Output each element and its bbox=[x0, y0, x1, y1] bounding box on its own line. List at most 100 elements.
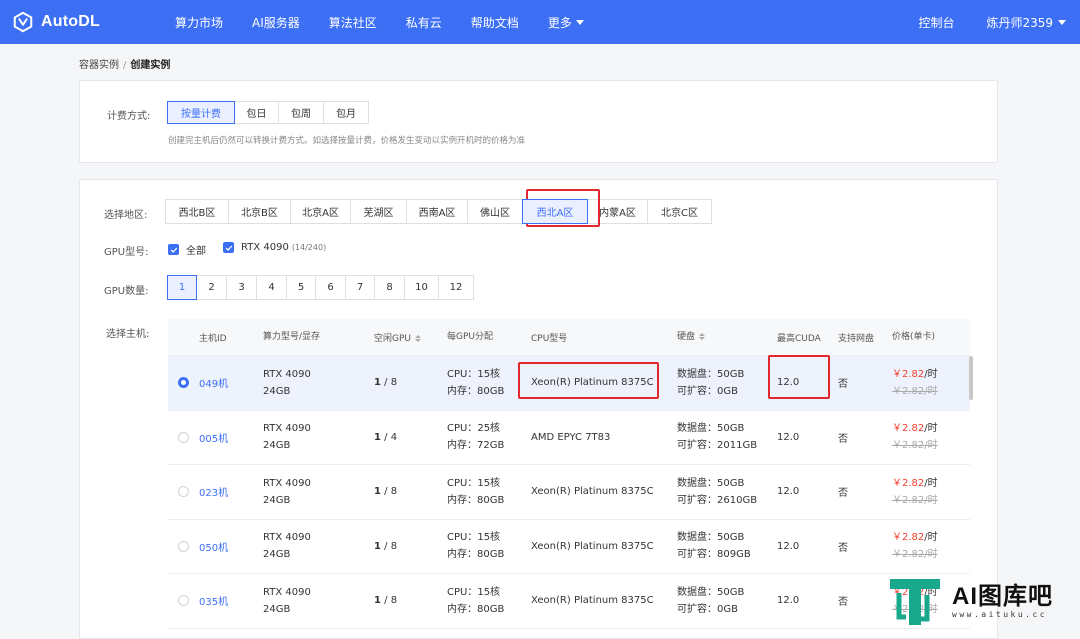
gpu-count-option-6[interactable]: 6 bbox=[315, 275, 346, 300]
autodl-logo-icon bbox=[13, 11, 33, 33]
gpu-count-option-4[interactable]: 4 bbox=[256, 275, 287, 300]
gpu-count-option-5[interactable]: 5 bbox=[286, 275, 316, 300]
checkbox-checked-icon bbox=[168, 244, 179, 255]
host-id[interactable]: 049机 bbox=[199, 375, 263, 390]
expandable-disk: 可扩容：809GB bbox=[677, 549, 751, 561]
price-unit: /时 bbox=[924, 477, 938, 489]
billing-option-pay-as-you-go[interactable]: 按量计费 bbox=[167, 101, 235, 124]
gpu-count-option-12[interactable]: 12 bbox=[438, 275, 474, 300]
region-option-wuhu[interactable]: 芜湖区 bbox=[350, 199, 407, 224]
table-scrollbar[interactable] bbox=[969, 356, 973, 400]
total-gpu: 8 bbox=[390, 486, 398, 498]
table-row[interactable]: 050机 RTX 4090 24GB 1 / 8 CPU：15核 内存：80GB Xeon(… bbox=[168, 520, 970, 574]
free-gpu: 1 bbox=[374, 486, 381, 498]
region-option-beijing-c[interactable]: 北京C区 bbox=[647, 199, 712, 224]
col-host-id: 主机ID bbox=[199, 333, 227, 344]
cpu-model: Xeon(R) Platinum 8375C bbox=[531, 595, 654, 607]
expandable-disk: 可扩容：2610GB bbox=[677, 494, 758, 506]
billing-option-weekly[interactable]: 包周 bbox=[278, 101, 324, 124]
watermark-url: www.aituku.cc bbox=[952, 609, 1048, 619]
gpu-count-option-8[interactable]: 8 bbox=[374, 275, 405, 300]
billing-option-monthly[interactable]: 包月 bbox=[323, 101, 369, 124]
gpu-count-option-2[interactable]: 2 bbox=[196, 275, 227, 300]
region-option-beijing-b[interactable]: 北京B区 bbox=[228, 199, 291, 224]
table-row[interactable]: 023机 RTX 4090 24GB 1 / 8 CPU：15核 内存：80GB Xeon(… bbox=[168, 465, 970, 520]
gpu-count-option-7[interactable]: 7 bbox=[345, 275, 375, 300]
price: ￥2.82/时 bbox=[892, 420, 970, 437]
billing-label: 计费方式: bbox=[107, 111, 151, 122]
gpu-model-rtx4090[interactable]: RTX 4090 (14/240) bbox=[223, 242, 326, 253]
table-row[interactable]: 005机 RTX 4090 24GB 1 / 4 CPU：25核 内存：72GB AMD E… bbox=[168, 411, 970, 465]
cpu-model: Xeon(R) Platinum 8375C bbox=[531, 486, 654, 498]
radio-button[interactable] bbox=[178, 431, 189, 443]
original-price: ￥2.82/时 bbox=[892, 494, 938, 506]
cuda-version: 12.0 bbox=[777, 431, 800, 443]
netdisk-support: 否 bbox=[838, 542, 848, 554]
original-price: ￥2.82/时 bbox=[892, 440, 938, 452]
breadcrumb-parent[interactable]: 容器实例 bbox=[79, 60, 119, 71]
host-id[interactable]: 050机 bbox=[199, 539, 263, 554]
billing-options: 按量计费 包日 包周 包月 bbox=[167, 101, 369, 124]
netdisk-support: 否 bbox=[838, 379, 848, 391]
nav-item-market[interactable]: 算力市场 bbox=[175, 14, 223, 31]
total-gpu: 8 bbox=[390, 377, 398, 389]
table-header: 主机ID 算力型号/显存 空闲GPU 每GPU分配 CPU型号 硬盘 最高CUD… bbox=[168, 319, 970, 356]
cuda-version: 12.0 bbox=[777, 486, 800, 498]
region-option-northwest-b[interactable]: 西北B区 bbox=[165, 199, 229, 224]
col-disk[interactable]: 硬盘 bbox=[677, 329, 777, 346]
console-link[interactable]: 控制台 bbox=[918, 14, 954, 31]
col-netdisk: 支持网盘 bbox=[838, 333, 875, 344]
host-id[interactable]: 023机 bbox=[199, 484, 263, 499]
region-option-southwest-a[interactable]: 西南A区 bbox=[406, 199, 468, 224]
data-disk: 数据盘：50GB bbox=[677, 423, 745, 435]
radio-button[interactable] bbox=[178, 540, 189, 552]
radio-button[interactable] bbox=[178, 377, 189, 389]
col-free-gpu[interactable]: 空闲GPU bbox=[374, 331, 447, 344]
nav-item-private-cloud[interactable]: 私有云 bbox=[406, 14, 442, 31]
nav-item-more[interactable]: 更多 bbox=[548, 14, 584, 31]
col-cuda: 最高CUDA bbox=[777, 333, 821, 344]
netdisk-support: 否 bbox=[838, 597, 848, 609]
col-per-gpu: 每GPU分配 bbox=[447, 331, 493, 342]
radio-button[interactable] bbox=[178, 486, 189, 498]
col-free-gpu-label: 空闲GPU bbox=[374, 333, 411, 344]
user-menu[interactable]: 炼丹师2359 bbox=[986, 14, 1066, 31]
gpu-count-option-10[interactable]: 10 bbox=[404, 275, 439, 300]
nav-item-community[interactable]: 算法社区 bbox=[329, 14, 377, 31]
region-option-foshan[interactable]: 佛山区 bbox=[467, 199, 523, 224]
region-label: 选择地区: bbox=[104, 210, 148, 221]
region-options: 西北B区 北京B区 北京A区 芜湖区 西南A区 佛山区 西北A区 内蒙A区 北京… bbox=[165, 199, 712, 224]
price-unit: /时 bbox=[924, 423, 938, 435]
gpu-vram: 24GB bbox=[263, 603, 291, 615]
billing-option-daily[interactable]: 包日 bbox=[234, 101, 279, 124]
cpu-model: AMD EPYC 7T83 bbox=[531, 431, 611, 443]
top-nav: AutoDL 算力市场 AI服务器 算法社区 私有云 帮助文档 更多 控制台 炼… bbox=[0, 0, 1080, 44]
gpu-count-option-3[interactable]: 3 bbox=[226, 275, 257, 300]
region-option-beijing-a[interactable]: 北京A区 bbox=[290, 199, 351, 224]
expandable-disk: 可扩容：0GB bbox=[677, 603, 738, 615]
free-gpu: 1 bbox=[374, 377, 381, 389]
cuda-version: 12.0 bbox=[777, 540, 800, 552]
data-disk: 数据盘：50GB bbox=[677, 368, 745, 380]
col-gpu-model: 算力型号/显存 bbox=[263, 331, 321, 342]
region-option-northwest-a[interactable]: 西北A区 bbox=[522, 199, 588, 224]
nav-item-ai-server[interactable]: AI服务器 bbox=[252, 14, 300, 31]
host-id[interactable]: 005机 bbox=[199, 430, 263, 445]
gpu-name: RTX 4090 bbox=[263, 477, 311, 489]
netdisk-support: 否 bbox=[838, 488, 848, 500]
brand-logo[interactable]: AutoDL bbox=[12, 11, 152, 33]
host-label: 选择主机: bbox=[106, 329, 150, 340]
watermark-title: AI图库吧 bbox=[952, 582, 1053, 610]
table-row[interactable]: 035机 RTX 4090 24GB 1 / 8 CPU：15核 内存：80GB Xeon(… bbox=[168, 574, 970, 629]
watermark: AI图库吧 www.aituku.cc bbox=[887, 573, 1053, 629]
gpu-model-all[interactable]: 全部 bbox=[168, 242, 206, 257]
billing-card: 计费方式: 按量计费 包日 包周 包月 创建完主机后仍然可以转换计费方式。如选择… bbox=[79, 80, 998, 163]
gpu-count-option-1[interactable]: 1 bbox=[167, 275, 197, 300]
nav-item-help-docs[interactable]: 帮助文档 bbox=[471, 14, 519, 31]
host-id[interactable]: 035机 bbox=[199, 593, 263, 608]
price: ￥2.82/时 bbox=[892, 529, 970, 546]
radio-button[interactable] bbox=[178, 595, 189, 607]
checkbox-checked-icon bbox=[223, 242, 234, 253]
chevron-down-icon bbox=[1058, 19, 1066, 25]
gpu-count-label: GPU数量: bbox=[104, 286, 149, 297]
